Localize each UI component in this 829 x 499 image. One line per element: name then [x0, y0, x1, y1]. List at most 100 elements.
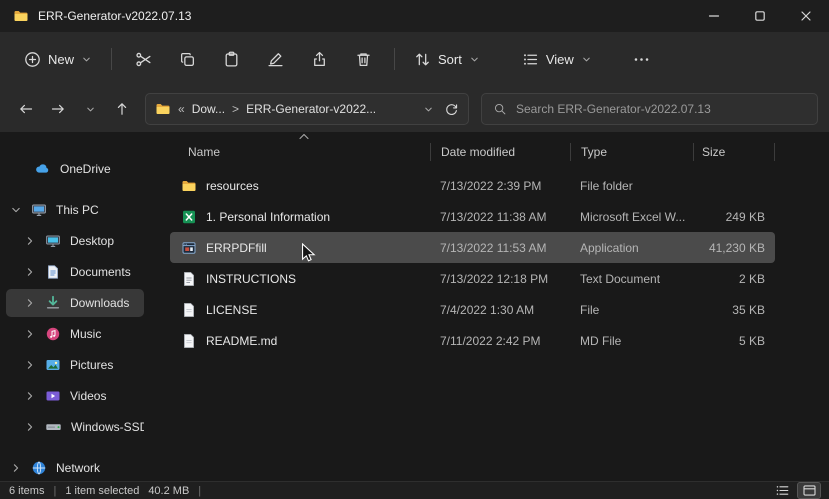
- cut-icon: [135, 52, 151, 66]
- sidebar-item-desktop[interactable]: Desktop: [6, 227, 144, 255]
- minimize-button[interactable]: [691, 0, 737, 32]
- file-name-cell: ERRPDFfill: [170, 240, 430, 256]
- copy-button[interactable]: [165, 41, 209, 77]
- sidebar-item-network[interactable]: Network: [6, 454, 144, 482]
- chevron-right-icon[interactable]: [25, 360, 35, 370]
- chevron-down-icon: [471, 57, 478, 61]
- sort-icon: [416, 53, 429, 65]
- window-title: ERR-Generator-v2022.07.13: [38, 9, 192, 23]
- chevron-right-icon[interactable]: [25, 236, 35, 246]
- file-date-cell: 7/11/2022 2:42 PM: [440, 333, 541, 348]
- sidebar-item-windows-ssd[interactable]: Windows-SSD (: [6, 413, 144, 441]
- up-button[interactable]: [107, 94, 137, 124]
- forward-button[interactable]: [43, 94, 73, 124]
- cloud-icon: [36, 164, 49, 173]
- file-row-license[interactable]: LICENSE 7/4/2022 1:30 AM File 35 KB: [170, 294, 775, 325]
- file-row-readme[interactable]: README.md 7/11/2022 2:42 PM MD File 5 KB: [170, 325, 775, 356]
- folder-icon: [182, 180, 196, 191]
- chevron-right-icon[interactable]: [25, 422, 35, 432]
- file-row-resources[interactable]: resources 7/13/2022 2:39 PM File folder: [170, 170, 775, 201]
- chevron-right-icon[interactable]: [25, 391, 35, 401]
- documents-icon: [48, 265, 58, 279]
- videos-icon: [46, 391, 60, 401]
- view-toggles: [771, 482, 821, 499]
- chevron-right-icon[interactable]: [25, 329, 35, 339]
- column-header-size[interactable]: Size: [693, 143, 775, 161]
- paste-button[interactable]: [209, 41, 253, 77]
- file-row-errpdffill[interactable]: ERRPDFfill 7/13/2022 11:53 AM Applicatio…: [170, 232, 775, 263]
- address-dropdown-icon[interactable]: [423, 104, 434, 115]
- sidebar-item-documents[interactable]: Documents: [6, 258, 144, 286]
- title-bar: ERR-Generator-v2022.07.13: [0, 0, 829, 32]
- file-name-cell: README.md: [170, 333, 430, 349]
- sort-button[interactable]: Sort: [404, 41, 490, 77]
- chevron-right-icon[interactable]: [25, 267, 35, 277]
- back-button[interactable]: [11, 94, 41, 124]
- column-header-date-modified[interactable]: Date modified: [430, 143, 570, 161]
- see-more-button[interactable]: [620, 41, 664, 77]
- rename-button[interactable]: [253, 41, 297, 77]
- details-view-icon: [776, 486, 788, 495]
- new-button[interactable]: New: [14, 41, 102, 77]
- chevron-right-icon[interactable]: [11, 463, 21, 473]
- cut-button[interactable]: [121, 41, 165, 77]
- chevron-down-icon: [86, 107, 94, 111]
- search-icon: [494, 103, 506, 115]
- column-header-name[interactable]: Name: [170, 143, 430, 161]
- delete-button[interactable]: [341, 41, 385, 77]
- close-button[interactable]: [783, 0, 829, 32]
- recent-locations-button[interactable]: [75, 94, 105, 124]
- paste-icon: [225, 51, 237, 67]
- network-icon: [32, 461, 46, 475]
- sidebar-item-onedrive[interactable]: OneDrive: [6, 155, 144, 183]
- chevron-down-icon: [83, 57, 90, 61]
- file-name: README.md: [206, 333, 278, 348]
- window-controls: [691, 0, 829, 32]
- sidebar-item-videos[interactable]: Videos: [6, 382, 144, 410]
- view-button[interactable]: View: [512, 41, 602, 77]
- details-view-button[interactable]: [771, 483, 793, 498]
- copy-icon: [180, 52, 194, 66]
- back-arrow-icon: [20, 104, 33, 114]
- breadcrumb-overflow[interactable]: «: [178, 102, 185, 116]
- file-type-cell: Application: [580, 240, 639, 255]
- plus-circle-icon: [25, 51, 40, 67]
- sidebar-item-music[interactable]: Music: [6, 320, 144, 348]
- toolbar-divider: [394, 48, 396, 70]
- item-count: 6 items: [9, 484, 45, 497]
- sidebar-item-label: Documents: [70, 265, 131, 279]
- file-name-cell: LICENSE: [170, 302, 430, 318]
- refresh-icon[interactable]: [444, 102, 459, 117]
- file-type-cell: File folder: [580, 178, 633, 193]
- file-row-personal-information[interactable]: 1. Personal Information 7/13/2022 11:38 …: [170, 201, 775, 232]
- status-bar: 6 items | 1 item selected 40.2 MB |: [0, 481, 829, 499]
- sidebar-item-downloads[interactable]: Downloads: [6, 289, 144, 317]
- sort-ascending-icon: [298, 133, 310, 140]
- breadcrumb-segment-current[interactable]: ERR-Generator-v2022...: [246, 102, 376, 116]
- application-icon: [182, 241, 196, 254]
- file-list-pane: Name Date modified Type Size resources 7…: [150, 132, 829, 481]
- sidebar-item-this-pc[interactable]: This PC: [6, 196, 144, 224]
- sidebar-item-pictures[interactable]: Pictures: [6, 351, 144, 379]
- search-box[interactable]: [481, 93, 818, 125]
- search-input[interactable]: [516, 102, 806, 116]
- text-document-icon: [184, 271, 194, 286]
- file-size-cell: 5 KB: [738, 333, 765, 348]
- music-icon: [46, 327, 60, 341]
- file-row-instructions[interactable]: INSTRUCTIONS 7/13/2022 12:18 PM Text Doc…: [170, 263, 775, 294]
- chevron-right-icon[interactable]: [25, 298, 35, 308]
- column-header-type[interactable]: Type: [570, 143, 693, 161]
- status-separator: |: [198, 484, 202, 497]
- breadcrumb-segment-downloads[interactable]: Dow...: [192, 102, 225, 116]
- file-date-cell: 7/13/2022 2:39 PM: [440, 178, 542, 193]
- maximize-button[interactable]: [737, 0, 783, 32]
- new-button-label: New: [48, 51, 75, 67]
- file-icon: [184, 302, 194, 317]
- large-thumbnails-view-button[interactable]: [797, 482, 821, 499]
- address-bar[interactable]: « Dow... > ERR-Generator-v2022...: [145, 93, 469, 125]
- desktop-icon: [46, 235, 60, 247]
- up-arrow-icon: [117, 103, 127, 115]
- chevron-down-icon[interactable]: [11, 205, 21, 215]
- file-name: 1. Personal Information: [206, 209, 331, 224]
- share-button[interactable]: [297, 41, 341, 77]
